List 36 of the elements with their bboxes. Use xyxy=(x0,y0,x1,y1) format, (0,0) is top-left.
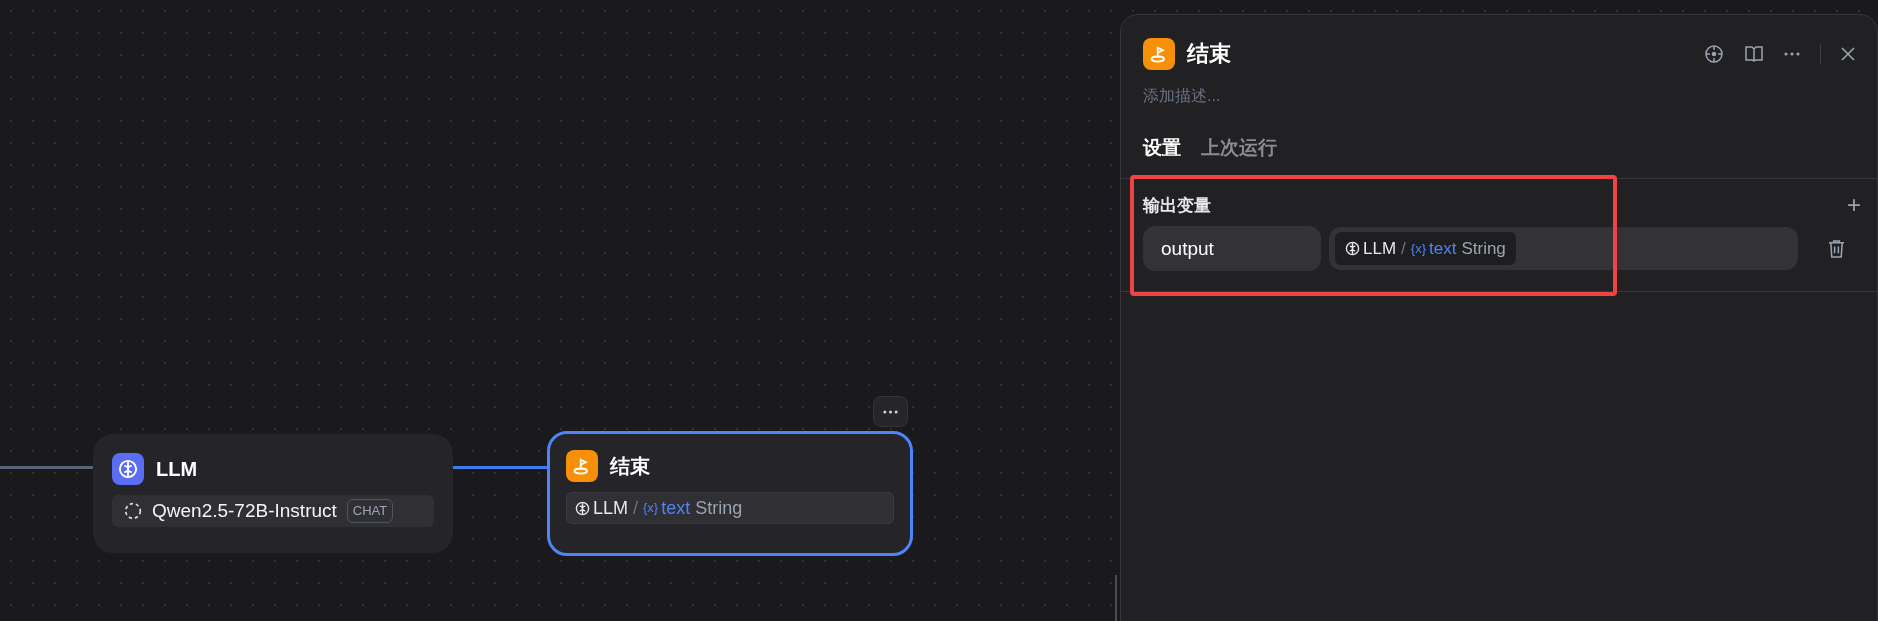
variable-type: String xyxy=(1461,237,1506,260)
model-icon xyxy=(124,502,142,520)
more-button[interactable] xyxy=(873,396,908,427)
book-icon[interactable] xyxy=(1744,43,1764,64)
source-node-label: LLM xyxy=(1363,237,1397,260)
variable-tag[interactable]: LLM / {x} text String xyxy=(1335,232,1516,265)
panel-tab[interactable]: 设置 xyxy=(1143,134,1181,178)
brain-icon xyxy=(575,500,590,516)
brain-icon xyxy=(1345,241,1360,256)
node-title: LLM xyxy=(156,457,198,482)
variable-icon: {x} xyxy=(1410,238,1426,259)
more-icon[interactable] xyxy=(1784,51,1800,56)
variable-field[interactable]: LLM / {x} text String xyxy=(566,492,894,524)
close-icon[interactable] xyxy=(1841,46,1855,61)
node-title: 结束 xyxy=(610,454,650,479)
crosshair-icon[interactable] xyxy=(1704,43,1724,64)
source-node-label: LLM xyxy=(593,496,628,520)
path-separator: / xyxy=(1401,237,1406,260)
add-button[interactable]: + xyxy=(1847,193,1861,218)
model-name: Qwen2.5-72B-Instruct xyxy=(152,498,337,523)
more-icon xyxy=(883,409,898,414)
trash-icon[interactable] xyxy=(1828,239,1845,258)
workflow-node[interactable]: LLM Qwen2.5-72B-Instruct CHAT xyxy=(93,434,453,553)
variable-name: text xyxy=(661,496,691,520)
section-title: 输出变量 xyxy=(1143,194,1211,217)
variable-selector[interactable]: LLM / {x} text String xyxy=(1329,227,1798,270)
panel-tab[interactable]: 上次运行 xyxy=(1201,134,1277,178)
model-tag: CHAT xyxy=(346,499,394,523)
path-separator: / xyxy=(633,496,639,520)
workflow-node[interactable]: 结束 LLM / {x} text String xyxy=(547,431,913,556)
variable-type: String xyxy=(695,496,743,520)
variable-name: text xyxy=(1429,237,1457,260)
panel-title: 结束 xyxy=(1187,40,1231,68)
description-field[interactable]: 添加描述... xyxy=(1143,84,1543,108)
variable-name-field[interactable]: output xyxy=(1143,226,1321,271)
variable-icon: {x} xyxy=(643,498,659,518)
